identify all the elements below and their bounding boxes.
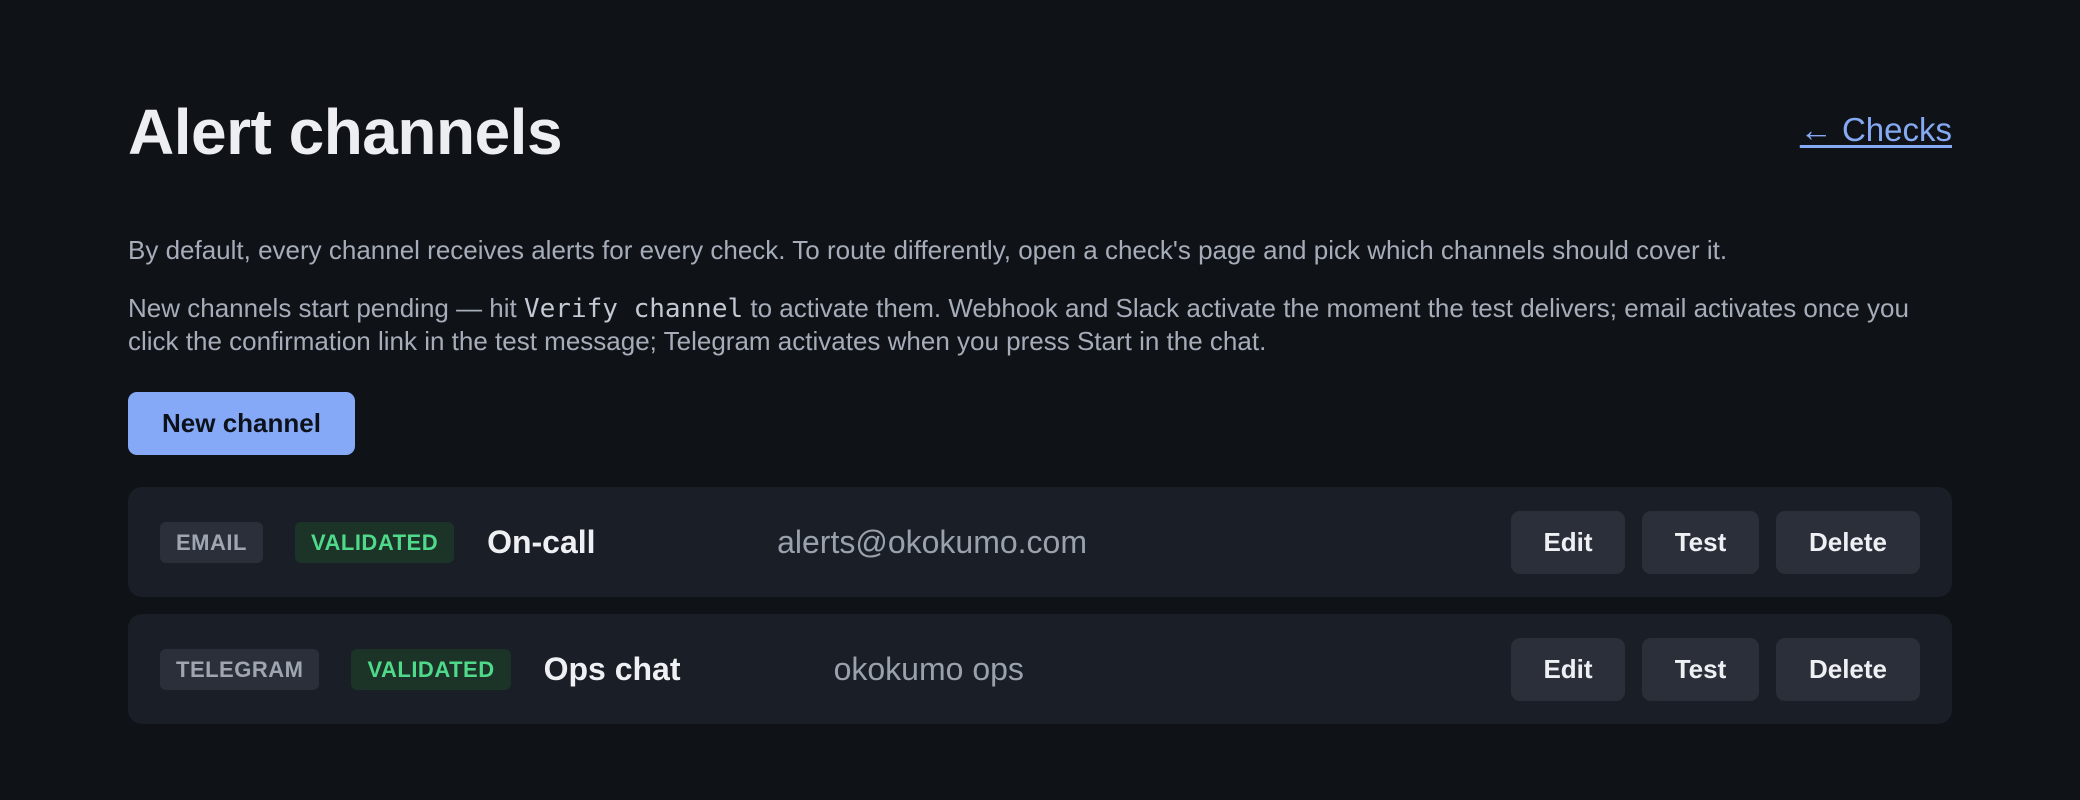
channel-target: alerts@okokumo.com	[777, 523, 1087, 560]
verify-channel-code: Verify channel	[524, 294, 744, 324]
channel-target: okokumo ops	[833, 650, 1024, 687]
alert-channels-page: Alert channels ← Checks By default, ever…	[0, 0, 2080, 800]
intro-text: By default, every channel receives alert…	[128, 234, 1952, 383]
channel-actions: Edit Test Delete	[1511, 511, 1920, 574]
channel-status-badge: VALIDATED	[351, 648, 511, 690]
edit-channel-button[interactable]: Edit	[1511, 638, 1625, 701]
channel-name: On-call	[487, 523, 596, 560]
channel-actions: Edit Test Delete	[1511, 638, 1920, 701]
test-channel-button[interactable]: Test	[1642, 638, 1759, 701]
intro-paragraph-default-routing: By default, every channel receives alert…	[128, 235, 1728, 265]
back-to-checks-link[interactable]: ← Checks	[1800, 108, 1952, 152]
intro-paragraph-verification: New channels start pending — hit Verify …	[128, 292, 1952, 357]
channel-list: EMAIL VALIDATED On-call alerts@okokumo.c…	[128, 487, 1952, 741]
channel-name: Ops chat	[543, 650, 681, 687]
channel-row-telegram: TELEGRAM VALIDATED Ops chat okokumo ops …	[128, 614, 1952, 724]
test-channel-button[interactable]: Test	[1642, 511, 1759, 574]
page-title: Alert channels	[128, 96, 563, 168]
channel-type-badge: TELEGRAM	[160, 648, 320, 690]
channel-type-badge: EMAIL	[160, 521, 263, 563]
edit-channel-button[interactable]: Edit	[1511, 511, 1625, 574]
delete-channel-button[interactable]: Delete	[1776, 638, 1920, 701]
channel-row-email: EMAIL VALIDATED On-call alerts@okokumo.c…	[128, 487, 1952, 597]
channel-status-badge: VALIDATED	[294, 521, 455, 563]
page-header: Alert channels ← Checks	[128, 92, 1952, 172]
delete-channel-button[interactable]: Delete	[1776, 511, 1920, 574]
intro-verify-text-before: New channels start pending — hit	[128, 293, 524, 323]
new-channel-button[interactable]: New channel	[128, 392, 355, 455]
